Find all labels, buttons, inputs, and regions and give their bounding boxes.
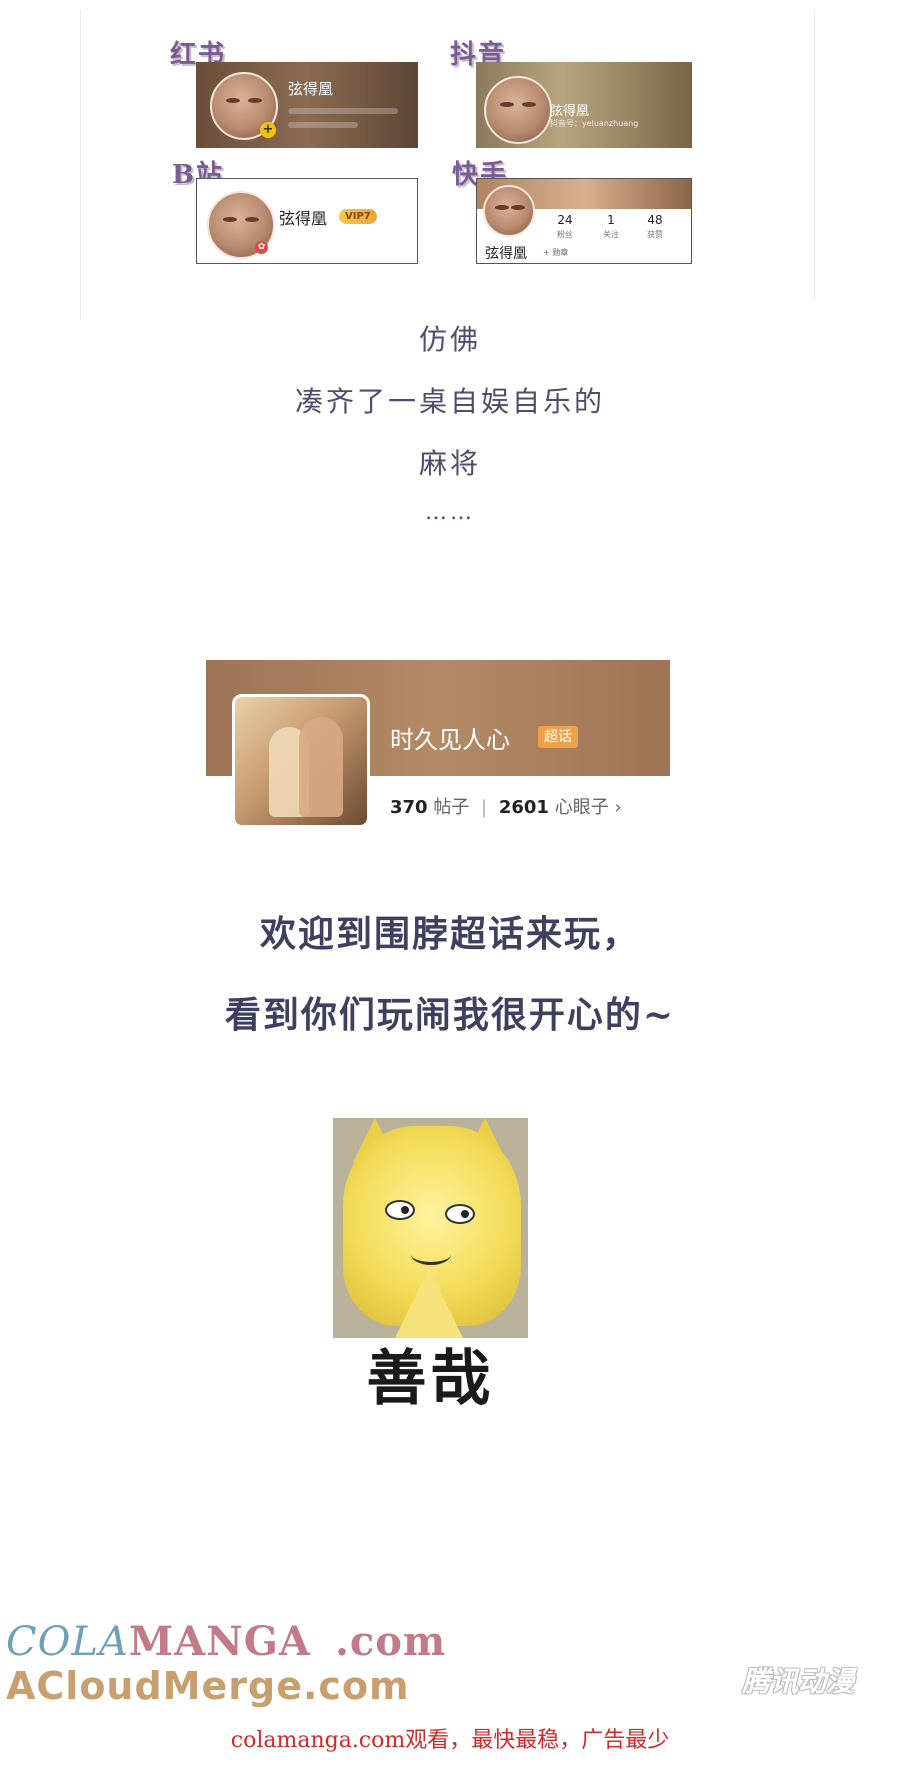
caption-line: 麻将 (418, 447, 481, 480)
blurred-text (288, 108, 398, 114)
doge-mouth (411, 1244, 451, 1265)
members-count: 2601 (498, 797, 549, 818)
stat-fans-label: 粉丝 (557, 230, 573, 239)
watermark-part: .com (334, 1618, 447, 1665)
caption-line: 欢迎到围脖超话来玩， (259, 913, 640, 955)
profile-card-kuaishou: 24 粉丝 1 关注 48 获赞 弦得凰 + 勋章 (476, 178, 692, 264)
profile-name: 弦得凰 (288, 80, 334, 98)
caption-ellipsis: …… (425, 500, 475, 525)
add-icon: + (260, 122, 276, 138)
watermark-part: COLA (6, 1619, 129, 1665)
meme-caption: 善哉 (366, 1344, 495, 1414)
posts-count: 370 (390, 797, 428, 818)
caption-line: 仿佛 (418, 323, 481, 356)
avatar (484, 76, 552, 144)
scan-edge-left (80, 10, 81, 320)
badge-icon: ✿ (255, 241, 268, 254)
praying-hands (395, 1268, 463, 1338)
watermark-colamanga: COLAMANGA .com (6, 1618, 446, 1665)
stat-likes-label: 获赞 (647, 230, 663, 239)
profile-card-bilibili: ✿ 弦得凰 VIP7 (196, 178, 418, 264)
posts-label: 帖子 (433, 797, 470, 818)
doge-meme-image (333, 1118, 528, 1338)
members-label: 心眼子 (554, 797, 609, 818)
super-topic-title[interactable]: 时久见人心 (390, 720, 510, 755)
stat-following-label: 关注 (603, 230, 619, 239)
stat-following-value: 1 (607, 213, 615, 227)
medal-label: + 勋章 (543, 248, 569, 257)
scan-edge-right (814, 10, 815, 300)
watermark-acloudmerge: ACloudMerge.com (6, 1664, 410, 1708)
stat-likes-value: 48 (647, 213, 663, 227)
profile-name: 弦得凰 (550, 104, 590, 119)
chevron-right-icon: › (614, 797, 622, 818)
profile-subtitle: 抖音号：yeluanzhuang (550, 119, 639, 128)
profile-card-douyin: 弦得凰 抖音号：yeluanzhuang (476, 62, 692, 148)
stat-fans-value: 24 (557, 213, 573, 227)
caption-line: 凑齐了一桌自娱自乐的 (294, 385, 605, 418)
vip-badge: VIP7 (339, 209, 377, 224)
profile-name: 弦得凰 (485, 246, 527, 262)
watermark-part: MANGA (128, 1618, 311, 1665)
super-topic-cover-image[interactable] (232, 694, 370, 828)
doge-eye (445, 1204, 475, 1224)
avatar (483, 185, 535, 237)
profile-name: 弦得凰 (279, 209, 328, 228)
profile-card-redbook: + 弦得凰 (196, 62, 418, 148)
super-topic-badge: 超话 (538, 726, 578, 748)
footer-notice[interactable]: colamanga.com观看，最快最稳，广告最少 (0, 1722, 900, 1754)
super-topic-stats[interactable]: 370 帖子 | 2601 心眼子 › (390, 793, 622, 819)
doge-eye (385, 1200, 415, 1220)
blurred-text (288, 122, 358, 128)
watermark-tencent-comics: 腾讯动漫 (742, 1665, 855, 1698)
caption-line: 看到你们玩闹我很开心的~ (224, 994, 676, 1036)
stats-separator: | (481, 797, 488, 818)
